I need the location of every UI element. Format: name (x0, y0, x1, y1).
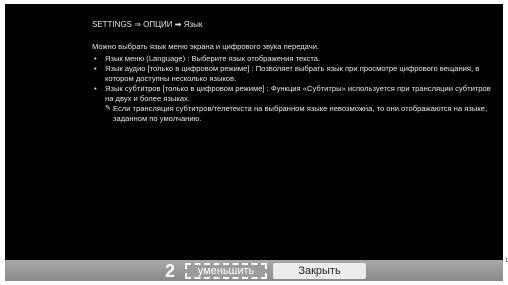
reduce-button[interactable]: уменьшить (185, 263, 267, 279)
help-content: SETTINGS ⇒ ОПЦИИ ➡ Язык Можно выбрать яз… (92, 20, 492, 124)
list-item-text: Язык субтитров [только в цифровом режиме… (105, 84, 491, 103)
list-item-text: Язык аудио [только в цифровом режиме] : … (105, 64, 480, 83)
bullet-list: • Язык меню (Language) : Выберите язык о… (92, 54, 492, 104)
list-item-text: Язык меню (Language) : Выберите язык ото… (105, 54, 321, 63)
list-item: • Язык аудио [только в цифровом режиме] … (92, 64, 492, 84)
step-number: 2 (165, 261, 176, 281)
note-icon: ✎ (105, 105, 111, 112)
footer-bar: 2 уменьшить Закрыть (5, 260, 503, 281)
list-item: • Язык субтитров [только в цифровом режи… (92, 84, 492, 104)
bullet-icon: • (94, 64, 97, 73)
tv-screen: SETTINGS ⇒ ОПЦИИ ➡ Язык Можно выбрать яз… (5, 4, 503, 281)
breadcrumb: SETTINGS ⇒ ОПЦИИ ➡ Язык (92, 20, 203, 29)
bullet-icon: • (94, 84, 97, 93)
list-item: • Язык меню (Language) : Выберите язык о… (92, 54, 492, 64)
note: ✎ Если трансляция субтитров/телетекста н… (105, 104, 492, 124)
bullet-icon: • (94, 54, 97, 63)
note-text: Если трансляция субтитров/телетекста на … (113, 104, 488, 123)
close-button[interactable]: Закрыть (273, 263, 366, 279)
intro-text: Можно выбрать язык меню экрана и цифрово… (92, 42, 320, 51)
